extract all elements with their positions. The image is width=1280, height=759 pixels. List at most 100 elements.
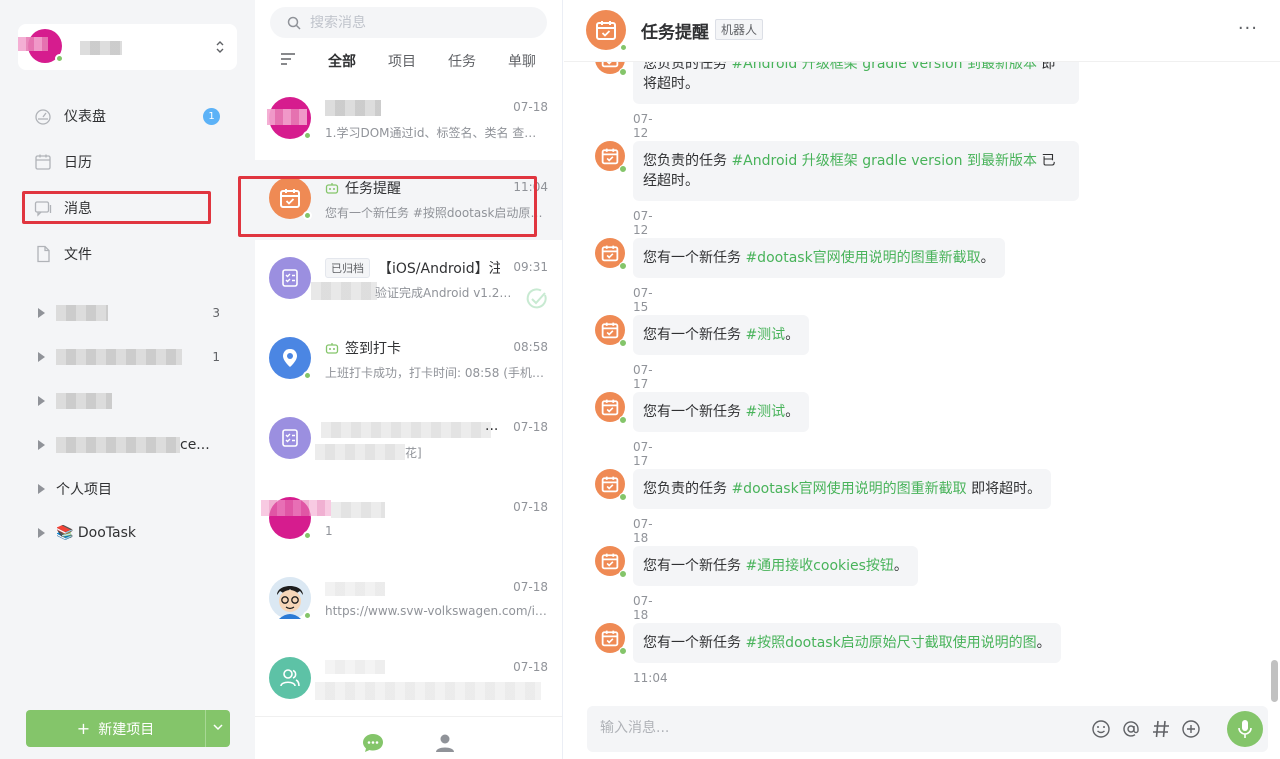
nav-dashboard-label: 仪表盘: [64, 109, 106, 125]
project-item-dootask[interactable]: 📚 DooTask: [38, 521, 228, 545]
dialog-item[interactable]: 已归档 【iOS/Android】注... 09:31 验证完成Android …: [255, 240, 562, 320]
file-icon: [37, 245, 50, 263]
menu-icon[interactable]: [281, 53, 295, 65]
microphone-icon: [1238, 720, 1252, 738]
chat-title: 任务提醒: [641, 23, 709, 43]
message-avatar[interactable]: [595, 392, 627, 424]
expand-arrow-icon[interactable]: [38, 352, 45, 362]
user-name-redacted: [80, 41, 122, 55]
more-icon[interactable]: ···: [1238, 18, 1258, 39]
dialog-item-checkin[interactable]: 签到打卡 08:58 上班打卡成功，打卡时间: 08:58 (手机)-...: [255, 320, 562, 400]
dialog-item[interactable]: ... 07-18 花]: [255, 400, 562, 480]
emoji-icon[interactable]: [1091, 719, 1111, 739]
scrollbar[interactable]: [1271, 660, 1278, 702]
expand-arrow-icon[interactable]: [38, 440, 45, 450]
dialog-time: 07-18: [513, 500, 548, 514]
unread-badge: 1: [203, 108, 220, 125]
bot-tag: 机器人: [715, 19, 764, 40]
task-link[interactable]: #按照dootask启动原始尺寸截取使用说明的图: [745, 635, 1036, 651]
new-project-main[interactable]: + 新建项目: [26, 710, 206, 747]
chat-bubble-icon[interactable]: [362, 733, 384, 753]
message-time: 11:04: [633, 671, 668, 685]
expand-arrow-icon[interactable]: [38, 308, 45, 318]
message-avatar[interactable]: [595, 546, 627, 578]
add-circle-icon[interactable]: [1181, 719, 1201, 739]
tab-task[interactable]: 任务: [448, 51, 476, 71]
message-bubble: 您有一个新任务 #测试。: [633, 315, 810, 355]
highlight-box: [22, 191, 211, 224]
location-pin-icon: [283, 349, 297, 367]
dialog-list-footer: [255, 716, 562, 759]
chevron-down-icon[interactable]: [206, 723, 230, 734]
task-link[interactable]: #dootask官网使用说明的图重新截取: [731, 481, 966, 497]
message-avatar[interactable]: [595, 315, 627, 347]
switch-user-icon[interactable]: [215, 38, 225, 56]
expand-arrow-icon[interactable]: [38, 528, 45, 538]
nav-dashboard[interactable]: 仪表盘 1: [26, 99, 226, 133]
message-bubble: 您有一个新任务 #测试。: [633, 392, 810, 432]
task-link[interactable]: #Android 升级框架 gradle version 到最新版本: [731, 153, 1037, 169]
message-bubble: 您有一个新任务 #dootask官网使用说明的图重新截取。: [633, 238, 1005, 278]
expand-arrow-icon[interactable]: [38, 484, 45, 494]
plus-icon: +: [76, 719, 91, 738]
hashtag-icon[interactable]: [1151, 719, 1171, 739]
nav-files-label: 文件: [64, 247, 92, 263]
dialog-item[interactable]: 07-18 1.学习DOM通过id、标签名、类名 查找 ...: [255, 80, 562, 160]
task-link[interactable]: #dootask官网使用说明的图重新截取: [745, 250, 980, 266]
sidebar: 仪表盘 1 日历 消息 文件 3 1 ce... 个人项目 📚 DooTask …: [0, 0, 255, 759]
nav-calendar[interactable]: 日历: [26, 145, 226, 179]
dialog-time: 07-18: [513, 660, 548, 674]
expand-arrow-icon[interactable]: [38, 396, 45, 406]
mention-icon[interactable]: [1121, 719, 1141, 739]
message-time: 07-12: [633, 112, 653, 140]
message-avatar[interactable]: [595, 238, 627, 270]
project-count: 1: [212, 350, 220, 364]
tab-direct[interactable]: 单聊: [508, 51, 536, 71]
user-switcher[interactable]: [18, 24, 237, 70]
chat-avatar[interactable]: [586, 10, 628, 52]
task-link[interactable]: #测试: [745, 327, 785, 343]
dialog-title: 签到打卡: [325, 338, 500, 358]
message-list[interactable]: 您负责的任务 #Android 升级框架 gradle version 到最新版…: [564, 62, 1280, 702]
project-item[interactable]: [38, 389, 228, 413]
task-link[interactable]: #Android 升级框架 gradle version 到最新版本: [731, 62, 1037, 72]
group-icon: [280, 669, 300, 687]
voice-button[interactable]: [1227, 711, 1263, 747]
message-bubble: 您负责的任务 #Android 升级框架 gradle version 到最新版…: [633, 141, 1079, 201]
dialog-time: 09:31: [513, 260, 548, 274]
message-bubble: 您有一个新任务 #通用接收cookies按钮。: [633, 546, 918, 586]
task-avatar: [269, 257, 311, 299]
search-input[interactable]: [310, 14, 530, 31]
tab-all[interactable]: 全部: [328, 51, 356, 71]
message-avatar[interactable]: [595, 62, 627, 76]
project-item-personal[interactable]: 个人项目: [38, 477, 228, 501]
dialog-time: 07-18: [513, 100, 548, 114]
dialog-preview: 上班打卡成功，打卡时间: 08:58 (手机)-...: [325, 366, 547, 380]
project-item[interactable]: 1: [38, 345, 228, 369]
dialog-item[interactable]: 07-18: [255, 640, 562, 720]
message-input[interactable]: [600, 720, 1060, 736]
user-avatar: [18, 29, 64, 63]
task-list-icon: [282, 429, 298, 447]
tab-project[interactable]: 项目: [388, 51, 416, 71]
calendar-icon: [35, 154, 51, 170]
task-link[interactable]: #测试: [745, 404, 785, 420]
message-avatar[interactable]: [595, 469, 627, 501]
dialog-preview: 1.学习DOM通过id、标签名、类名 查找 ...: [325, 126, 547, 140]
highlight-box: [238, 176, 537, 237]
message-avatar[interactable]: [595, 141, 627, 173]
dialog-item[interactable]: 07-18 https://www.svw-volkswagen.com/id4…: [255, 560, 562, 640]
nav-files[interactable]: 文件: [26, 237, 226, 271]
search-icon: [287, 16, 301, 30]
archived-tag: 已归档: [325, 258, 370, 278]
contacts-icon[interactable]: [434, 733, 456, 753]
search-box[interactable]: [270, 7, 547, 38]
task-link[interactable]: #通用接收cookies按钮: [745, 558, 893, 574]
new-project-button[interactable]: + 新建项目: [26, 710, 230, 747]
message-time: 07-18: [633, 594, 653, 622]
dialog-item[interactable]: 07-18 1: [255, 480, 562, 560]
project-item[interactable]: 3: [38, 301, 228, 325]
project-item[interactable]: ce...: [38, 433, 228, 457]
cartoon-avatar: [269, 577, 312, 620]
message-avatar[interactable]: [595, 623, 627, 655]
